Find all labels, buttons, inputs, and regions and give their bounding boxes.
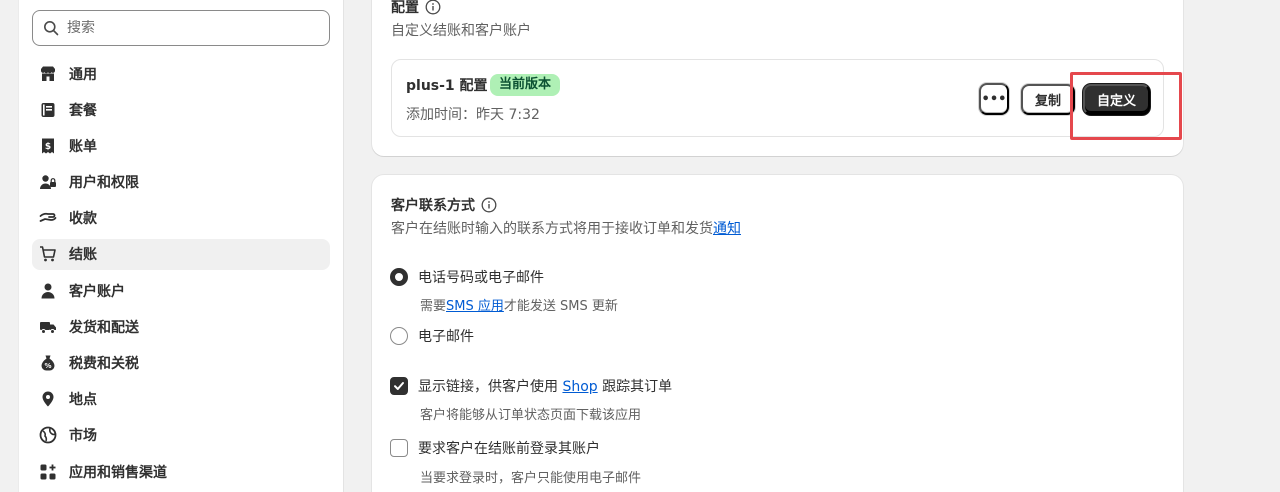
truck-icon xyxy=(39,318,57,336)
store-icon xyxy=(39,65,57,83)
sidebar-item-locations[interactable]: 地点 xyxy=(32,384,330,415)
shop-help-text: 客户将能够从订单状态页面下载该应用 xyxy=(420,408,642,423)
sidebar-item-billing[interactable]: $ 账单 xyxy=(32,130,330,161)
check-suffix: 跟踪其订单 xyxy=(597,379,673,395)
checkbox-label: 显示链接，供客户使用 Shop 跟踪其订单 xyxy=(418,376,672,396)
sidebar-item-general[interactable]: 通用 xyxy=(32,58,330,89)
location-icon xyxy=(39,390,57,408)
sidebar-item-markets[interactable]: 市场 xyxy=(32,420,330,451)
contact-title-text: 客户联系方式 xyxy=(391,198,475,214)
sidebar-item-label: 市场 xyxy=(69,428,97,445)
plan-icon xyxy=(39,101,57,119)
contact-title: 客户联系方式 xyxy=(391,195,497,215)
sidebar-item-label: 通用 xyxy=(69,66,97,83)
sidebar-item-label: 套餐 xyxy=(69,102,97,119)
configuration-subtitle: 自定义结账和客户账户 xyxy=(391,23,531,39)
configuration-title-text: 配置 xyxy=(391,0,419,16)
more-actions-button[interactable]: ••• xyxy=(979,83,1009,115)
checkbox-require-login[interactable] xyxy=(390,439,408,457)
svg-text:$: $ xyxy=(45,142,51,152)
payments-icon xyxy=(39,209,57,227)
billing-icon: $ xyxy=(39,137,57,155)
login-help-text: 当要求登录时，客户只能使用电子邮件 xyxy=(420,471,642,486)
configuration-card: 配置 自定义结账和客户账户 plus-1 配置 当前版本 添加时间：昨天 7:3… xyxy=(372,0,1183,156)
config-name: plus-1 配置 xyxy=(406,78,488,94)
sidebar-item-label: 账单 xyxy=(69,138,97,155)
sidebar-item-shipping[interactable]: 发货和配送 xyxy=(32,311,330,342)
require-login-option[interactable]: 要求客户在结账前登录其账户 xyxy=(390,438,600,458)
shop-link-option[interactable]: 显示链接，供客户使用 Shop 跟踪其订单 xyxy=(390,376,672,396)
info-icon[interactable] xyxy=(481,197,497,213)
apps-icon xyxy=(39,463,57,481)
sidebar-item-label: 税费和关税 xyxy=(69,356,139,372)
globe-icon xyxy=(39,426,57,444)
cart-icon xyxy=(39,245,57,263)
checkmark-icon xyxy=(394,382,404,390)
search-icon xyxy=(44,21,59,36)
checkbox-label: 要求客户在结账前登录其账户 xyxy=(418,441,600,457)
copy-button[interactable]: 复制 xyxy=(1021,84,1075,115)
contact-option-email[interactable]: 电子邮件 xyxy=(390,326,474,346)
sms-app-link[interactable]: SMS 应用 xyxy=(446,299,504,314)
search-box[interactable] xyxy=(32,10,330,46)
contact-option-phone-or-email[interactable]: 电话号码或电子邮件 xyxy=(390,267,544,287)
settings-nav: 通用 套餐 $ 账单 用户和权限 收款 结账 客户账户 发货和配送 % 税费和关… xyxy=(32,58,330,492)
search-input[interactable] xyxy=(67,20,317,36)
users-icon xyxy=(39,173,57,191)
sidebar-item-label: 收款 xyxy=(69,211,97,228)
added-time: 添加时间：昨天 7:32 xyxy=(406,107,540,123)
radio-phone-or-email[interactable] xyxy=(390,268,408,286)
sidebar-item-apps[interactable]: 应用和销售渠道 xyxy=(32,456,330,487)
radio-email[interactable] xyxy=(390,327,408,345)
person-icon xyxy=(39,282,57,300)
settings-sidebar: 通用 套餐 $ 账单 用户和权限 收款 结账 客户账户 发货和配送 xyxy=(18,0,344,492)
sms-help-text: 需要SMS 应用才能发送 SMS 更新 xyxy=(420,295,618,314)
radio-label: 电话号码或电子邮件 xyxy=(418,270,544,286)
sidebar-item-checkout[interactable]: 结账 xyxy=(32,238,330,270)
configuration-title: 配置 xyxy=(391,0,441,17)
help-prefix: 需要 xyxy=(420,299,447,314)
radio-label: 电子邮件 xyxy=(418,329,474,345)
sidebar-item-users[interactable]: 用户和权限 xyxy=(32,167,330,198)
notifications-link[interactable]: 通知 xyxy=(713,221,741,237)
config-version-card: plus-1 配置 当前版本 添加时间：昨天 7:32 ••• 复制 自定义 xyxy=(391,59,1164,137)
sidebar-item-customer-accounts[interactable]: 客户账户 xyxy=(32,275,330,306)
sidebar-item-plan[interactable]: 套餐 xyxy=(32,94,330,125)
help-suffix: 才能发送 SMS 更新 xyxy=(503,299,618,314)
sidebar-item-label: 发货和配送 xyxy=(69,319,139,336)
contact-subtitle-text: 客户在结账时输入的联系方式将用于接收订单和发货 xyxy=(391,221,713,237)
sidebar-item-label: 地点 xyxy=(69,392,97,409)
current-version-badge: 当前版本 xyxy=(490,74,561,96)
contact-subtitle: 客户在结账时输入的联系方式将用于接收订单和发货通知 xyxy=(391,218,741,238)
sidebar-item-label: 用户和权限 xyxy=(69,175,139,192)
check-prefix: 显示链接，供客户使用 xyxy=(418,379,563,395)
info-icon[interactable] xyxy=(425,0,441,15)
customer-contact-card: 客户联系方式 客户在结账时输入的联系方式将用于接收订单和发货通知 电话号码或电子… xyxy=(372,175,1183,492)
sidebar-item-label: 客户账户 xyxy=(69,283,125,300)
sidebar-item-taxes[interactable]: % 税费和关税 xyxy=(32,348,330,379)
checkbox-shop-link[interactable] xyxy=(390,377,408,395)
svg-text:%: % xyxy=(44,362,51,370)
sidebar-item-label: 应用和销售渠道 xyxy=(69,464,167,481)
shop-link[interactable]: Shop xyxy=(562,379,597,395)
sidebar-item-payments[interactable]: 收款 xyxy=(32,203,330,234)
sidebar-item-label: 结账 xyxy=(69,247,97,264)
highlight-box xyxy=(1070,72,1182,140)
tax-icon: % xyxy=(39,354,57,372)
